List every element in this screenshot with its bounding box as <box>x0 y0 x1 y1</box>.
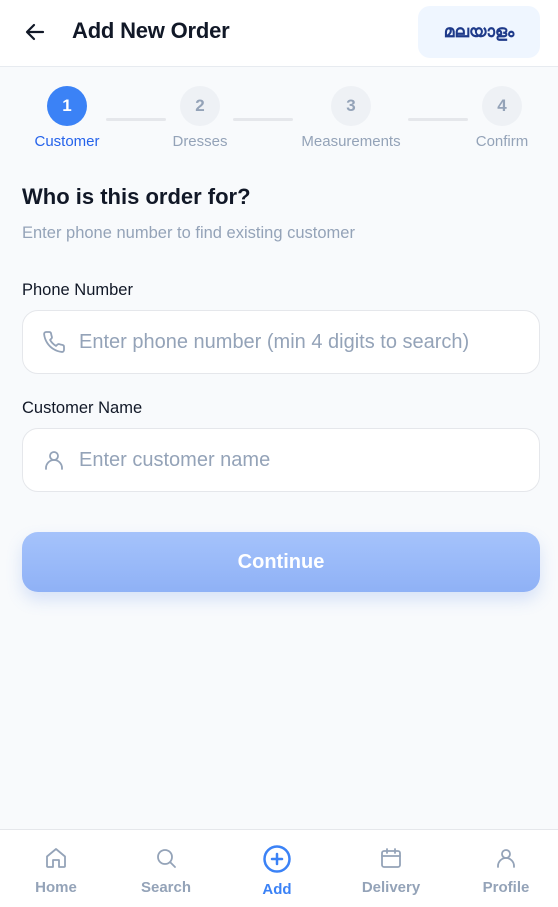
step-confirm[interactable]: 4 Confirm <box>442 86 558 150</box>
continue-button[interactable]: Continue <box>22 532 540 592</box>
phone-input[interactable] <box>79 330 539 354</box>
step-number: 4 <box>482 86 522 126</box>
customer-name-field[interactable] <box>22 428 540 492</box>
nav-profile[interactable]: Profile <box>456 830 556 907</box>
user-icon <box>493 845 519 871</box>
step-label: Confirm <box>475 133 529 150</box>
nav-label: Home <box>35 879 77 896</box>
nav-label: Profile <box>482 879 530 896</box>
step-label: Dresses <box>172 133 228 150</box>
name-field-label: Customer Name <box>22 399 143 417</box>
user-icon <box>41 447 67 473</box>
calendar-icon <box>378 845 404 871</box>
step-number: 2 <box>180 86 220 126</box>
nav-home[interactable]: Home <box>6 830 106 907</box>
customer-name-input[interactable] <box>79 448 539 472</box>
order-stepper: 1 Customer 2 Dresses 3 Measurements 4 Co… <box>0 86 558 156</box>
step-customer[interactable]: 1 Customer <box>7 86 127 150</box>
nav-label: Delivery <box>361 879 421 896</box>
home-icon <box>43 845 69 871</box>
phone-field[interactable] <box>22 310 540 374</box>
plus-circle-icon <box>262 844 292 874</box>
section-subtitle: Enter phone number to find existing cust… <box>22 224 355 242</box>
nav-search[interactable]: Search <box>116 830 216 907</box>
arrow-left-icon <box>25 23 45 41</box>
section-title: Who is this order for? <box>22 184 251 209</box>
step-number: 1 <box>47 86 87 126</box>
phone-field-label: Phone Number <box>22 281 133 299</box>
phone-icon <box>41 329 67 355</box>
search-icon <box>153 845 179 871</box>
step-measurements[interactable]: 3 Measurements <box>291 86 411 150</box>
language-toggle-button[interactable]: മലയാളം <box>418 6 540 58</box>
nav-label: Search <box>140 879 192 896</box>
nav-add[interactable]: Add <box>227 830 327 907</box>
step-number: 3 <box>331 86 371 126</box>
back-button[interactable] <box>20 17 50 47</box>
nav-delivery[interactable]: Delivery <box>341 830 441 907</box>
step-label: Measurements <box>301 133 401 150</box>
customer-section: Who is this order for? Enter phone numbe… <box>22 184 540 243</box>
bottom-navigation: Home Search Add Delivery Profile <box>0 829 558 907</box>
top-app-bar: Add New Order മലയാളം <box>0 0 558 67</box>
step-label: Customer <box>34 133 100 150</box>
step-dresses[interactable]: 2 Dresses <box>140 86 260 150</box>
nav-label: Add <box>262 881 292 898</box>
page-title: Add New Order <box>72 18 230 43</box>
